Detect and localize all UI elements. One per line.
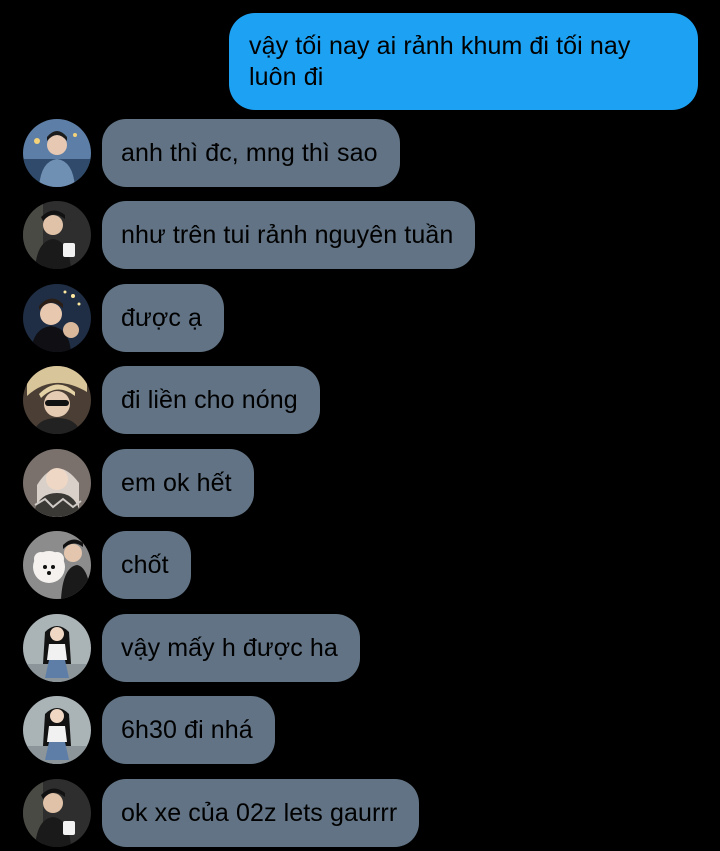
- incoming-message-text: đi liền cho nóng: [121, 386, 298, 414]
- incoming-message-bubble[interactable]: đi liền cho nóng: [102, 366, 320, 434]
- incoming-message-bubble[interactable]: như trên tui rảnh nguyên tuần: [102, 201, 476, 269]
- incoming-message-text: anh thì đc, mng thì sao: [121, 139, 378, 167]
- incoming-message-bubble[interactable]: ok xe của 02z lets gaurrr: [102, 779, 420, 847]
- avatar-photo-icon: [23, 531, 91, 599]
- incoming-message-text: được ạ: [121, 304, 202, 332]
- outgoing-message-text: vậy tối nay ai rảnh khum đi tối nay luôn…: [249, 32, 631, 91]
- outgoing-message-bubble[interactable]: vậy tối nay ai rảnh khum đi tối nay luôn…: [229, 13, 698, 110]
- avatar-photo-icon: [23, 614, 91, 682]
- chat-thread: vậy tối nay ai rảnh khum đi tối nay luôn…: [0, 0, 720, 851]
- message-row: đi liền cho nóng: [0, 366, 720, 434]
- avatar[interactable]: [23, 449, 91, 517]
- avatar[interactable]: [23, 531, 91, 599]
- avatar[interactable]: [23, 366, 91, 434]
- avatar[interactable]: [23, 779, 91, 847]
- avatar-photo-icon: [23, 284, 91, 352]
- avatar[interactable]: [23, 201, 91, 269]
- message-row: vậy mấy h được ha: [0, 614, 720, 682]
- avatar-photo-icon: [23, 779, 91, 847]
- avatar[interactable]: [23, 284, 91, 352]
- message-row: chốt: [0, 531, 720, 599]
- avatar-photo-icon: [23, 201, 91, 269]
- message-row: như trên tui rảnh nguyên tuần: [0, 201, 720, 269]
- avatar-photo-icon: [23, 119, 91, 187]
- avatar-photo-icon: [23, 366, 91, 434]
- avatar-photo-icon: [23, 449, 91, 517]
- message-row: ok xe của 02z lets gaurrr: [0, 779, 720, 847]
- incoming-message-bubble[interactable]: được ạ: [102, 284, 224, 352]
- incoming-message-bubble[interactable]: em ok hết: [102, 449, 254, 517]
- message-row: 6h30 đi nhá: [0, 696, 720, 764]
- incoming-message-bubble[interactable]: chốt: [102, 531, 191, 599]
- message-row: được ạ: [0, 284, 720, 352]
- avatar[interactable]: [23, 696, 91, 764]
- avatar-photo-icon: [23, 696, 91, 764]
- incoming-message-bubble[interactable]: anh thì đc, mng thì sao: [102, 119, 400, 187]
- incoming-message-text: vậy mấy h được ha: [121, 634, 338, 662]
- message-row: em ok hết: [0, 449, 720, 517]
- incoming-message-text: như trên tui rảnh nguyên tuần: [121, 221, 454, 249]
- incoming-message-text: 6h30 đi nhá: [121, 716, 253, 744]
- incoming-message-bubble[interactable]: vậy mấy h được ha: [102, 614, 360, 682]
- incoming-message-text: em ok hết: [121, 469, 232, 497]
- message-row: anh thì đc, mng thì sao: [0, 119, 720, 187]
- incoming-message-bubble[interactable]: 6h30 đi nhá: [102, 696, 275, 764]
- avatar[interactable]: [23, 119, 91, 187]
- incoming-message-text: chốt: [121, 551, 169, 579]
- avatar[interactable]: [23, 614, 91, 682]
- incoming-message-text: ok xe của 02z lets gaurrr: [121, 799, 398, 827]
